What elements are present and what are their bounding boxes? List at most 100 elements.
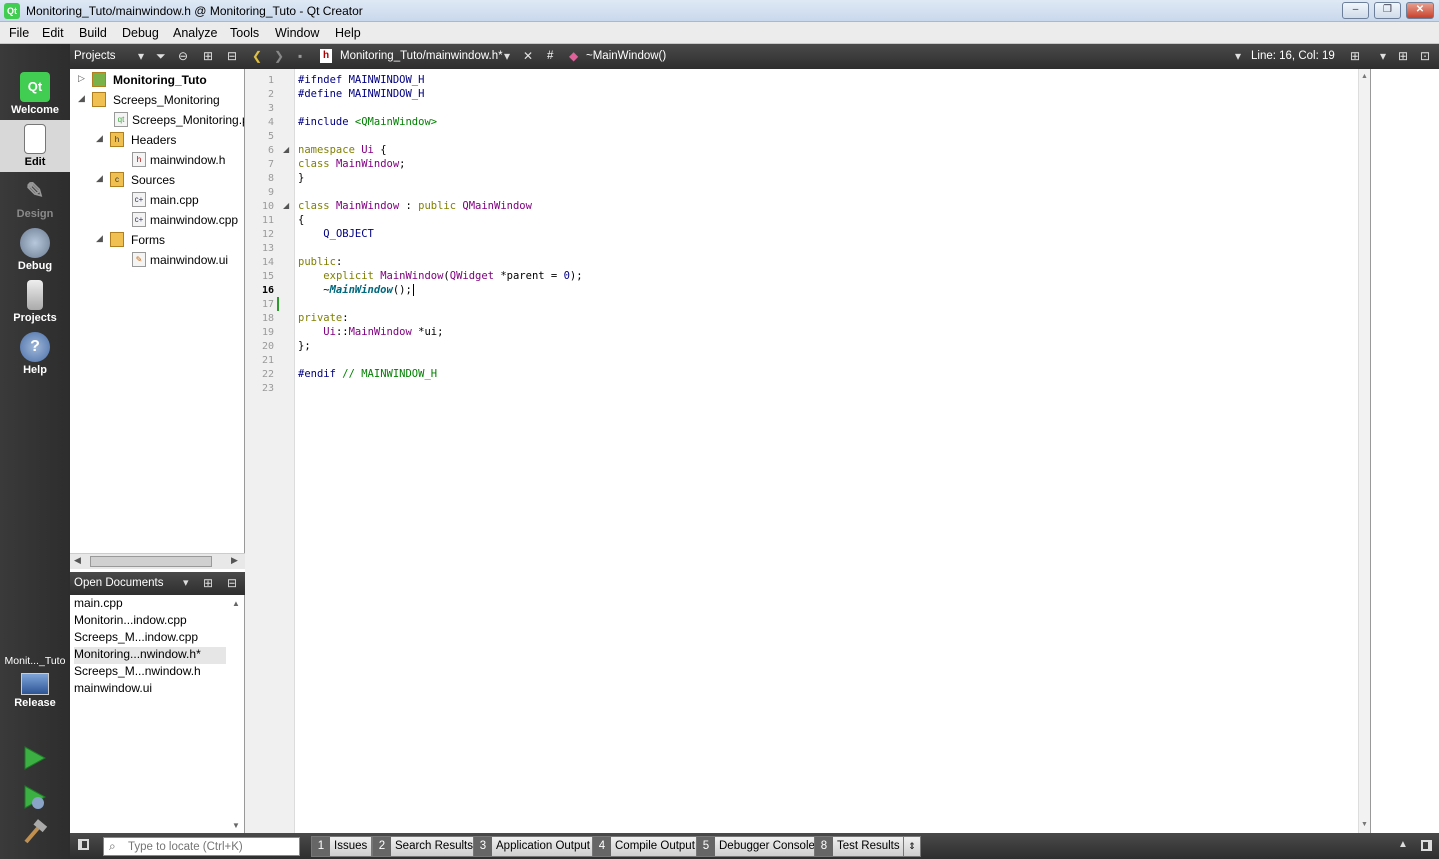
file-combo[interactable]: Monitoring_Tuto/mainwindow.h* xyxy=(340,50,503,62)
kit-selector[interactable]: Monit..._Tuto Release xyxy=(0,652,70,722)
toggle-right-sidebar-icon[interactable] xyxy=(1421,840,1432,851)
tree-item-mainwindow-ui[interactable]: ✎ mainwindow.ui xyxy=(132,250,244,270)
close-document-icon[interactable]: ✕ xyxy=(523,49,533,63)
fold-marker-icon[interactable]: ◢ xyxy=(283,145,289,154)
pane-search-results-button[interactable]: 2 Search Results xyxy=(372,836,478,857)
line-number: 8 xyxy=(267,173,274,184)
mode-edit[interactable]: Edit xyxy=(0,120,70,172)
scroll-down-arrow-icon[interactable]: ▼ xyxy=(1361,821,1368,828)
menu-window[interactable]: Window xyxy=(275,26,319,40)
pane-issues-button[interactable]: 1 Issues xyxy=(311,836,373,857)
link-icon[interactable]: ⊖ xyxy=(178,49,188,63)
maximize-pane-icon[interactable]: ▲ xyxy=(1398,839,1408,850)
dropdown-arrow-icon[interactable]: ▾ xyxy=(138,49,144,63)
debug-run-button[interactable] xyxy=(20,783,48,811)
open-doc-item-selected[interactable]: Monitoring...nwindow.h* xyxy=(74,647,226,664)
sources-folder-icon: c xyxy=(110,172,124,187)
menu-debug[interactable]: Debug xyxy=(122,26,159,40)
code-editor[interactable]: #ifndef MAINWINDOW_H #define MAINWINDOW_… xyxy=(298,69,1358,833)
more-panes-icon[interactable]: ⇕ xyxy=(903,836,921,857)
dropdown-arrow-icon[interactable]: ▾ xyxy=(183,576,189,589)
close-window-button[interactable]: ✕ xyxy=(1406,2,1434,19)
close-panel-icon[interactable]: ⊟ xyxy=(227,49,237,63)
code-line: namespace Ui { xyxy=(298,144,387,156)
symbol-combo[interactable]: ~MainWindow() xyxy=(586,50,666,62)
scroll-thumb[interactable] xyxy=(90,556,212,567)
menu-tools[interactable]: Tools xyxy=(230,26,259,40)
symbol-combo-arrow-icon[interactable]: ▾ xyxy=(1235,49,1241,63)
window-title: Monitoring_Tuto/mainwindow.h @ Monitorin… xyxy=(26,4,363,18)
tree-item-sources[interactable]: ◢ c Sources xyxy=(96,170,244,190)
open-documents-title[interactable]: Open Documents xyxy=(74,577,164,589)
mode-bar: Qt Welcome Edit ✎ Design Debug Projects … xyxy=(0,44,70,859)
tree-item-main-cpp[interactable]: c+ main.cpp xyxy=(132,190,244,210)
ui-file-icon: ✎ xyxy=(132,252,146,267)
cursor-position[interactable]: Line: 16, Col: 19 xyxy=(1251,50,1335,62)
sidebar-panel-combo[interactable]: Projects xyxy=(74,50,116,62)
menu-analyze[interactable]: Analyze xyxy=(173,26,217,40)
tree-item-headers[interactable]: ◢ h Headers xyxy=(96,130,244,150)
menu-edit[interactable]: Edit xyxy=(42,26,64,40)
mode-help[interactable]: ? Help xyxy=(0,328,70,380)
tree-item-screeps-monitoring[interactable]: ◢ Screeps_Monitoring xyxy=(78,90,243,110)
open-doc-item[interactable]: Monitorin...indow.cpp xyxy=(74,613,187,630)
pane-compile-output-button[interactable]: 4 Compile Output xyxy=(592,836,700,857)
restore-button[interactable]: ❐ xyxy=(1374,2,1401,19)
file-combo-arrow-icon[interactable]: ▾ xyxy=(504,49,510,63)
code-line: public: xyxy=(298,256,343,268)
pane-debugger-console-button[interactable]: 5 Debugger Console xyxy=(696,836,820,857)
mode-projects[interactable]: Projects xyxy=(0,276,70,328)
app-logo-icon: Qt xyxy=(4,3,20,19)
mode-welcome[interactable]: Qt Welcome xyxy=(0,68,70,120)
scroll-up-arrow-icon[interactable]: ▲ xyxy=(1361,73,1368,80)
minimize-button[interactable]: – xyxy=(1342,2,1369,19)
editor-vertical-scrollbar[interactable]: ▲ ▼ xyxy=(1358,69,1370,833)
title-bar: Qt Monitoring_Tuto/mainwindow.h @ Monito… xyxy=(0,0,1439,22)
tree-horizontal-scrollbar[interactable]: ◀ ▶ xyxy=(70,553,245,569)
open-doc-item[interactable]: main.cpp xyxy=(74,596,123,613)
pane-test-results-button[interactable]: 8 Test Results xyxy=(814,836,905,857)
pane-application-output-button[interactable]: 3 Application Output xyxy=(473,836,595,857)
scroll-up-arrow-icon[interactable]: ▲ xyxy=(232,599,240,608)
right-split-icon[interactable]: ⊞ xyxy=(1398,49,1408,63)
tree-item-pro-file[interactable]: qt Screeps_Monitoring.p xyxy=(114,110,244,130)
split-icon[interactable]: ⊞ xyxy=(203,576,213,590)
tree-item-forms[interactable]: ◢ Forms xyxy=(96,230,244,250)
close-panel-icon[interactable]: ⊟ xyxy=(227,576,237,590)
build-button[interactable] xyxy=(20,818,48,846)
tree-item-monitoring-tuto[interactable]: ▷ Monitoring_Tuto xyxy=(78,70,243,90)
toggle-sidebar-icon[interactable] xyxy=(78,839,89,850)
line-number: 7 xyxy=(267,159,274,170)
scroll-left-arrow-icon[interactable]: ◀ xyxy=(74,555,81,566)
menu-build[interactable]: Build xyxy=(79,26,107,40)
editor-toolbar: Projects ▾ ⏷ ⊖ ⊞ ⊟ ❮ ❯ ▪ h Monitoring_Tu… xyxy=(70,44,1439,69)
open-doc-item[interactable]: mainwindow.ui xyxy=(74,681,152,698)
menu-file[interactable]: File xyxy=(9,26,29,40)
forward-arrow-icon[interactable]: ❯ xyxy=(274,49,284,63)
split-editor-icon[interactable]: ⊞ xyxy=(1350,49,1360,63)
menu-help[interactable]: Help xyxy=(335,26,361,40)
split-icon[interactable]: ⊞ xyxy=(203,49,213,63)
expanded-arrow-icon[interactable]: ◢ xyxy=(96,133,103,144)
scroll-right-arrow-icon[interactable]: ▶ xyxy=(231,555,238,566)
back-arrow-icon[interactable]: ❮ xyxy=(252,49,262,63)
collapsed-arrow-icon[interactable]: ▷ xyxy=(78,73,85,84)
open-doc-item[interactable]: Screeps_M...nwindow.h xyxy=(74,664,201,681)
locate-input[interactable] xyxy=(128,838,298,855)
open-doc-item[interactable]: Screeps_M...indow.cpp xyxy=(74,630,198,647)
scroll-down-arrow-icon[interactable]: ▼ xyxy=(232,821,240,830)
expanded-arrow-icon[interactable]: ◢ xyxy=(78,93,85,104)
tree-item-mainwindow-h[interactable]: h mainwindow.h xyxy=(132,150,244,170)
locator[interactable]: ⌕ xyxy=(103,837,300,856)
right-dropdown-arrow-icon[interactable]: ▾ xyxy=(1380,49,1386,63)
fold-marker-icon[interactable]: ◢ xyxy=(283,201,289,210)
expanded-arrow-icon[interactable]: ◢ xyxy=(96,173,103,184)
output-pane-bar: ⌕ 1Issues 2Search Results 3Application O… xyxy=(70,833,1439,859)
expanded-arrow-icon[interactable]: ◢ xyxy=(96,233,103,244)
mode-design[interactable]: ✎ Design xyxy=(0,172,70,224)
filter-icon[interactable]: ⏷ xyxy=(156,49,166,64)
mode-debug[interactable]: Debug xyxy=(0,224,70,276)
tree-item-mainwindow-cpp[interactable]: c+ mainwindow.cpp xyxy=(132,210,244,230)
run-button[interactable] xyxy=(20,744,48,772)
right-close-icon[interactable]: ⊡ xyxy=(1420,49,1430,63)
